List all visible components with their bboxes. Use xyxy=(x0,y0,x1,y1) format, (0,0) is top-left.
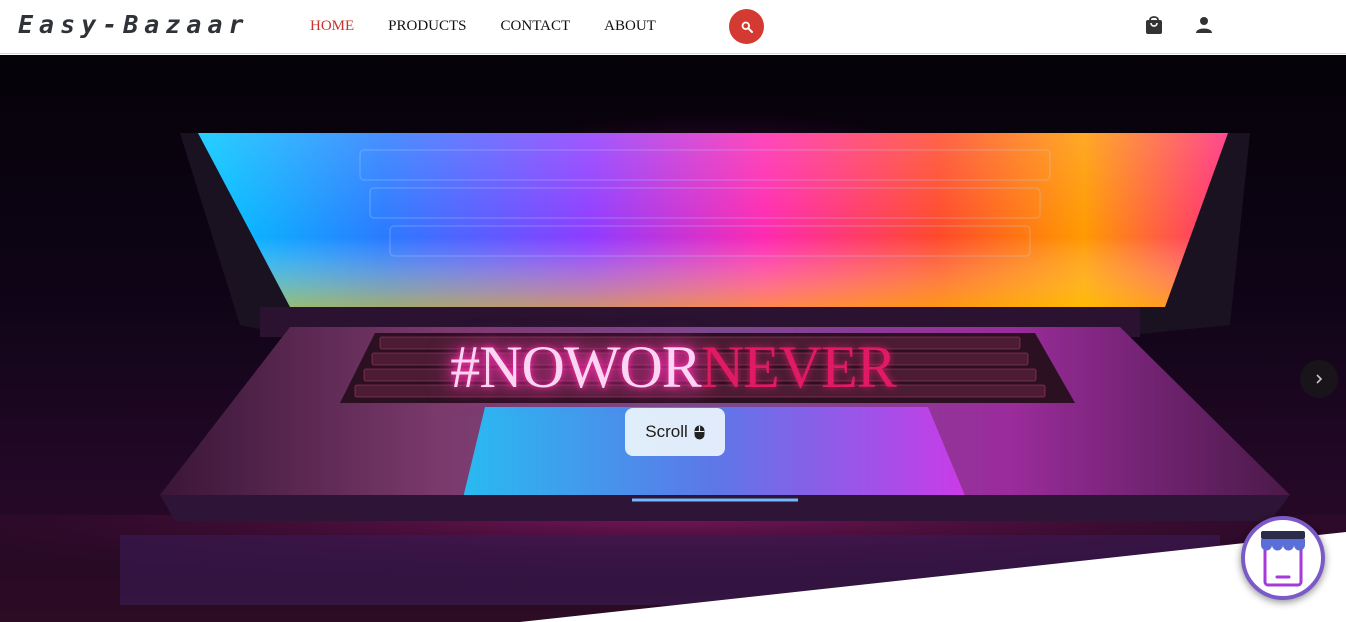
nav-products[interactable]: PRODUCTS xyxy=(388,17,466,35)
logo[interactable]: Easy-Bazaar xyxy=(18,10,250,39)
carousel-next-button[interactable] xyxy=(1300,360,1338,398)
nav-home[interactable]: HOME xyxy=(310,17,354,35)
hero-banner: #NOWORNEVER Scroll xyxy=(0,55,1346,622)
chevron-right-icon xyxy=(1316,374,1323,384)
storefront-icon xyxy=(1261,531,1305,587)
search-button[interactable] xyxy=(729,9,764,44)
scroll-button[interactable]: Scroll xyxy=(625,408,725,456)
nav-contact[interactable]: CONTACT xyxy=(501,17,571,35)
slogan-part-1: #NOWOR xyxy=(450,334,702,400)
header: Easy-Bazaar HOME PRODUCTS CONTACT ABOUT xyxy=(0,0,1346,54)
store-badge[interactable] xyxy=(1241,516,1325,600)
search-icon xyxy=(741,21,753,33)
slogan-part-2: NEVER xyxy=(700,334,897,400)
main-nav: HOME PRODUCTS CONTACT ABOUT xyxy=(310,17,690,35)
user-icon[interactable] xyxy=(1194,14,1214,36)
nav-about[interactable]: ABOUT xyxy=(604,17,656,35)
mouse-icon xyxy=(694,425,705,439)
shopping-bag-icon[interactable] xyxy=(1144,14,1164,36)
hero-slogan: #NOWORNEVER xyxy=(0,337,1346,397)
scroll-label: Scroll xyxy=(645,422,688,441)
